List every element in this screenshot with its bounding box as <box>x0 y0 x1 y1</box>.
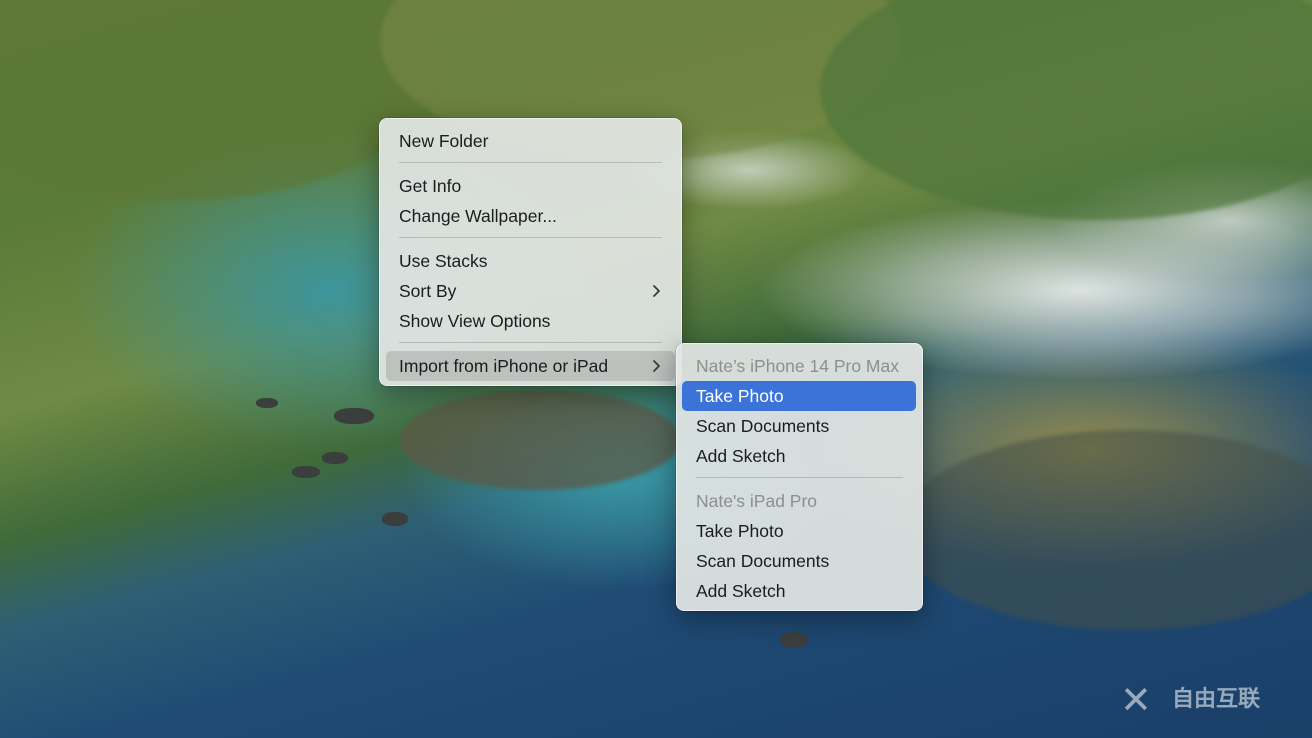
menu-item-label: Get Info <box>399 176 462 196</box>
desktop-context-menu: New Folder Get Info Change Wallpaper... … <box>379 118 682 386</box>
menu-item-iphone-scan-documents[interactable]: Scan Documents <box>682 411 916 441</box>
menu-item-label: Take Photo <box>696 521 784 541</box>
menu-item-use-stacks[interactable]: Use Stacks <box>386 246 675 276</box>
menu-item-new-folder[interactable]: New Folder <box>386 126 675 156</box>
menu-item-show-view-options[interactable]: Show View Options <box>386 306 675 336</box>
menu-item-sort-by[interactable]: Sort By <box>386 276 675 306</box>
menu-item-import-from-iphone-or-ipad[interactable]: Import from iPhone or iPad <box>386 351 675 381</box>
cliff <box>900 430 1312 630</box>
menu-item-label: Scan Documents <box>696 551 830 571</box>
menu-item-label: Show View Options <box>399 311 551 331</box>
menu-item-iphone-add-sketch[interactable]: Add Sketch <box>682 441 916 471</box>
cliff <box>400 390 680 490</box>
menu-item-label: Use Stacks <box>399 251 488 271</box>
mountain-ridge <box>0 0 440 200</box>
device-name: Nate's iPad Pro <box>696 491 818 511</box>
menu-item-get-info[interactable]: Get Info <box>386 171 675 201</box>
menu-item-label: Take Photo <box>696 386 784 406</box>
menu-item-label: Change Wallpaper... <box>399 206 557 226</box>
menu-item-ipad-take-photo[interactable]: Take Photo <box>682 516 916 546</box>
menu-separator <box>399 162 662 163</box>
menu-item-label: Add Sketch <box>696 446 786 466</box>
menu-item-label: Scan Documents <box>696 416 830 436</box>
menu-separator <box>696 477 903 478</box>
sea-rock <box>334 408 374 424</box>
menu-item-change-wallpaper[interactable]: Change Wallpaper... <box>386 201 675 231</box>
menu-item-ipad-add-sketch[interactable]: Add Sketch <box>682 576 916 606</box>
menu-item-label: Sort By <box>399 281 457 301</box>
sea-rock <box>780 632 808 648</box>
device-name: Nate’s iPhone 14 Pro Max <box>696 356 899 376</box>
menu-item-iphone-take-photo[interactable]: Take Photo <box>682 381 916 411</box>
menu-separator <box>399 237 662 238</box>
watermark-text: 自由互联 <box>1172 687 1261 712</box>
mountain-ridge <box>820 0 1312 220</box>
device-header-ipad: Nate's iPad Pro <box>682 486 916 516</box>
menu-separator <box>399 342 662 343</box>
sea-rock <box>292 466 320 478</box>
sea-rock <box>322 452 348 464</box>
menu-item-label: Import from iPhone or iPad <box>399 356 609 376</box>
sea-rock <box>256 398 278 408</box>
watermark: ✕ 自由互联 <box>1120 680 1300 720</box>
device-header-iphone: Nate’s iPhone 14 Pro Max <box>682 351 916 381</box>
menu-item-ipad-scan-documents[interactable]: Scan Documents <box>682 546 916 576</box>
menu-item-label: Add Sketch <box>696 581 786 601</box>
x-logo-icon: ✕ <box>1120 678 1152 722</box>
chevron-right-icon <box>652 351 661 392</box>
menu-item-label: New Folder <box>399 131 489 151</box>
sea-rock <box>382 512 408 526</box>
import-submenu: Nate’s iPhone 14 Pro Max Take Photo Scan… <box>676 343 923 611</box>
